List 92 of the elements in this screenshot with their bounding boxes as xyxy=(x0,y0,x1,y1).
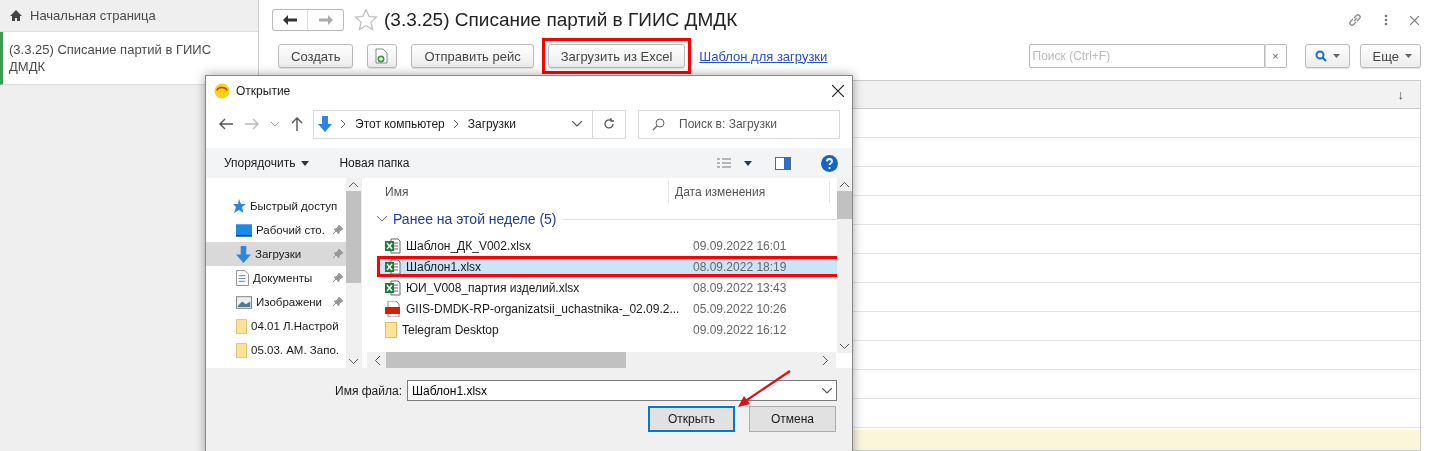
caret-icon xyxy=(301,160,310,166)
spreadsheet-icon xyxy=(385,237,401,254)
search-icon xyxy=(1314,50,1327,62)
scroll-left-icon[interactable] xyxy=(375,355,380,365)
chevron-down-icon[interactable] xyxy=(377,216,387,222)
app-logo-icon xyxy=(214,83,230,99)
caret-icon xyxy=(1405,54,1412,58)
file-name-field[interactable]: Шаблон1.xlsx xyxy=(406,380,837,401)
close-icon[interactable] xyxy=(832,85,844,97)
up-arrow-icon[interactable] xyxy=(291,117,303,131)
sidebar-item[interactable]: (3.3.25) Списание партий в ГИИС ДМДК xyxy=(0,32,258,85)
address-bar[interactable]: Этот компьютер Загрузки xyxy=(313,109,593,139)
spreadsheet-icon xyxy=(385,258,401,275)
group-header[interactable]: Ранее на этой неделе (5) xyxy=(393,211,557,227)
image-icon xyxy=(236,295,252,309)
command-button[interactable]: Новая папка xyxy=(339,156,410,170)
folder-icon xyxy=(236,342,247,358)
toolbar-button[interactable]: Создать xyxy=(278,44,354,68)
document-icon xyxy=(236,270,249,286)
nav-item[interactable]: 04.01 Л.Настрой xyxy=(206,314,346,338)
spreadsheet-icon xyxy=(385,279,401,296)
nav-item[interactable]: 05.03. АМ. Запо. xyxy=(206,338,346,362)
view-options-icon[interactable] xyxy=(717,158,753,168)
path-segment[interactable]: Этот компьютер xyxy=(355,117,445,131)
scroll-up-icon[interactable] xyxy=(840,182,849,187)
document-plus-icon xyxy=(375,48,390,64)
search-button[interactable] xyxy=(1304,44,1350,68)
scrollbar[interactable] xyxy=(837,178,852,353)
column-header[interactable]: Имя xyxy=(377,181,669,203)
home-icon xyxy=(10,10,22,21)
pin-icon[interactable] xyxy=(333,273,343,283)
scrollbar-thumb[interactable] xyxy=(346,191,361,283)
file-name-label: Имя файла: xyxy=(335,383,402,398)
scrollbar-thumb[interactable] xyxy=(386,352,626,368)
refresh-icon xyxy=(603,118,615,130)
scroll-right-icon[interactable] xyxy=(823,355,828,365)
toolbar-button[interactable]: Отправить рейс xyxy=(411,44,534,68)
more-icon[interactable] xyxy=(1384,14,1388,26)
nav-item[interactable]: Рабочий сто. xyxy=(206,218,346,242)
chevron-down-icon[interactable] xyxy=(572,121,582,127)
sort-indicator[interactable]: ↓ xyxy=(1397,87,1404,102)
folder-icon xyxy=(385,321,397,338)
open-button[interactable]: Открыть xyxy=(648,406,735,432)
pdf-file-icon xyxy=(385,300,401,317)
folder-search-field[interactable]: Поиск в: Загрузки xyxy=(638,109,840,139)
scrollbar[interactable] xyxy=(367,352,836,368)
chevron-down-icon[interactable] xyxy=(821,388,832,394)
cancel-button[interactable]: Отмена xyxy=(749,406,836,432)
caret-icon xyxy=(1332,54,1340,58)
template-link[interactable]: Шаблон для загрузки xyxy=(699,48,828,64)
scroll-up-icon[interactable] xyxy=(349,182,358,187)
search-icon xyxy=(652,117,665,131)
pin-icon[interactable] xyxy=(333,225,343,235)
file-row[interactable]: GIIS-DMDK-RP-organizatsii_uchastnika-_02.09.2... 05.09.2022 10:26 xyxy=(377,298,848,319)
nav-item[interactable]: Изображени xyxy=(206,290,346,314)
more-button[interactable]: Еще xyxy=(1359,44,1421,68)
monitor-icon xyxy=(236,223,252,237)
folder-icon xyxy=(236,318,247,334)
scrollbar[interactable] xyxy=(346,178,361,368)
scrollbar-thumb[interactable] xyxy=(837,191,852,219)
help-icon[interactable] xyxy=(821,154,838,172)
preview-pane-icon[interactable] xyxy=(775,156,791,170)
refresh-button[interactable] xyxy=(592,109,626,139)
back-arrow-icon xyxy=(283,15,297,25)
back-arrow-icon[interactable] xyxy=(219,118,233,130)
path-segment[interactable]: Загрузки xyxy=(467,117,517,131)
star-icon[interactable] xyxy=(354,8,378,32)
pin-icon[interactable] xyxy=(333,297,343,307)
link-icon[interactable] xyxy=(1348,13,1362,27)
scroll-down-icon[interactable] xyxy=(840,344,849,349)
form-title: (3.3.25) Списание партий в ГИИС ДМДК xyxy=(384,9,738,31)
search-field[interactable]: Поиск (Ctrl+F) xyxy=(1028,44,1265,68)
clear-button[interactable]: × xyxy=(1264,44,1287,68)
toolbar-button[interactable]: Загрузить из Excel xyxy=(547,44,686,68)
download-arrow-icon xyxy=(318,116,332,132)
annotation-arrow xyxy=(736,369,792,409)
nav-item[interactable]: Документы xyxy=(206,266,346,290)
scroll-down-icon[interactable] xyxy=(349,359,358,364)
add-document-button[interactable] xyxy=(367,44,398,68)
forward-arrow-icon xyxy=(318,15,333,25)
command-button[interactable]: Упорядочить xyxy=(224,156,310,170)
file-row[interactable]: Telegram Desktop 09.09.2022 16:12 xyxy=(377,319,848,340)
file-row[interactable]: Шаблон_ДК_V002.xlsx 09.09.2022 16:01 xyxy=(377,235,848,256)
download-arrow-icon xyxy=(236,245,251,263)
file-row[interactable]: ЮИ_V008_партия изделий.xlsx 08.09.2022 13:43 xyxy=(377,277,848,298)
chevron-right-icon[interactable] xyxy=(341,120,346,128)
back-button[interactable] xyxy=(272,9,308,31)
nav-item[interactable]: Загрузки xyxy=(206,242,346,266)
dialog-title: Открытие xyxy=(236,84,291,98)
column-header[interactable]: Дата изменения xyxy=(669,181,830,203)
chevron-right-icon[interactable] xyxy=(453,120,459,128)
nav-item[interactable]: Быстрый доступ xyxy=(206,194,346,218)
